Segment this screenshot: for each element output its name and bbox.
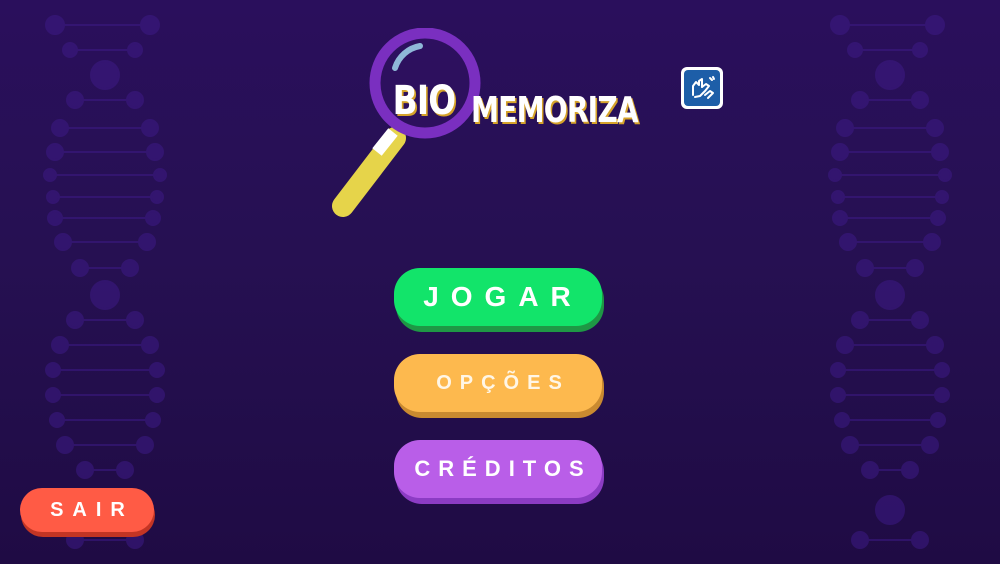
- sign-language-icon: [692, 76, 715, 99]
- game-logo: BIO MEMORIZA: [325, 28, 655, 223]
- options-button-label: OPÇÕES: [436, 371, 570, 394]
- play-button-label: JOGAR: [423, 281, 583, 312]
- exit-button-label: SAIR: [50, 498, 134, 521]
- logo-bio-text: BIO: [392, 78, 456, 124]
- exit-button[interactable]: SAIR: [20, 488, 154, 532]
- sign-language-button[interactable]: [681, 67, 723, 109]
- dna-decoration-left: [43, 15, 167, 549]
- dna-decoration-right: [828, 15, 952, 549]
- credits-button-label: CRÉDITOS: [414, 456, 592, 481]
- credits-button[interactable]: CRÉDITOS: [394, 440, 602, 498]
- logo-memoriza-text: MEMORIZA: [471, 90, 639, 131]
- play-button[interactable]: JOGAR: [394, 268, 602, 326]
- options-button[interactable]: OPÇÕES: [394, 354, 602, 412]
